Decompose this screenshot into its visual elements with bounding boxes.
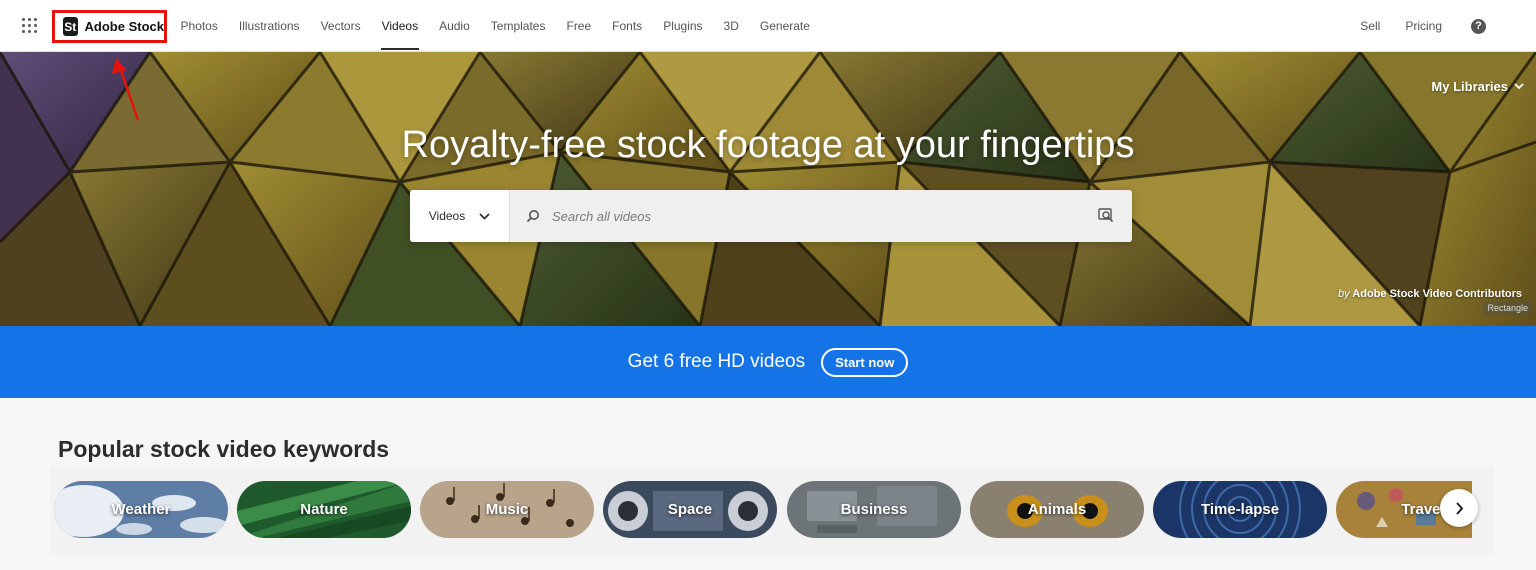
my-libraries-menu[interactable]: My Libraries bbox=[1431, 79, 1524, 94]
chevron-down-icon bbox=[1514, 83, 1524, 90]
keyword-label: Time-lapse bbox=[1200, 501, 1280, 518]
visual-search-icon[interactable] bbox=[1098, 207, 1114, 223]
keyword-chip-space[interactable]: Space bbox=[603, 481, 777, 538]
nav-audio[interactable]: Audio bbox=[429, 0, 481, 52]
hero-banner: My Libraries Royalty-free stock footage … bbox=[0, 52, 1536, 326]
adobe-stock-logo-icon: St bbox=[63, 17, 78, 36]
rectangle-label: Rectangle bbox=[1483, 302, 1532, 314]
annotation-arrow-icon bbox=[112, 58, 140, 121]
hero-title: Royalty-free stock footage at your finge… bbox=[401, 124, 1135, 166]
nav-generate[interactable]: Generate bbox=[749, 0, 820, 52]
carousel-next-button[interactable] bbox=[1440, 489, 1478, 527]
nav-videos[interactable]: Videos bbox=[371, 0, 428, 52]
promo-banner: Get 6 free HD videos Start now bbox=[0, 326, 1536, 398]
chevron-down-icon bbox=[479, 212, 490, 220]
credit-by: by bbox=[1338, 288, 1350, 300]
keyword-label: Nature bbox=[300, 501, 348, 518]
nav-sell[interactable]: Sell bbox=[1360, 19, 1380, 33]
keyword-label: Business bbox=[840, 501, 908, 518]
nav-pricing[interactable]: Pricing bbox=[1405, 19, 1442, 33]
keyword-chip-business[interactable]: Business bbox=[787, 481, 961, 538]
nav-templates[interactable]: Templates bbox=[480, 0, 556, 52]
keywords-section-title: Popular stock video keywords bbox=[58, 436, 390, 462]
keyword-label: Music bbox=[485, 501, 529, 518]
content-type-dropdown[interactable]: Videos bbox=[410, 190, 510, 242]
promo-text: Get 6 free HD videos bbox=[627, 351, 806, 372]
main-nav: Photos Illustrations Vectors Videos Audi… bbox=[170, 0, 820, 52]
keyword-chip-time-lapse[interactable]: Time-lapse bbox=[1153, 481, 1327, 538]
search-input[interactable] bbox=[552, 208, 1052, 224]
nav-illustrations[interactable]: Illustrations bbox=[228, 0, 310, 52]
nav-plugins[interactable]: Plugins bbox=[653, 0, 713, 52]
keyword-chip-nature[interactable]: Nature bbox=[237, 481, 411, 538]
help-icon[interactable]: ? bbox=[1471, 18, 1486, 34]
my-libraries-label: My Libraries bbox=[1431, 79, 1508, 94]
keyword-label: Space bbox=[667, 501, 713, 518]
keyword-label: Weather bbox=[111, 501, 171, 518]
search-icon bbox=[526, 210, 539, 223]
keyword-chip-animals[interactable]: Animals bbox=[970, 481, 1144, 538]
keyword-label: Travel bbox=[1401, 501, 1445, 518]
keyword-label: Animals bbox=[1027, 501, 1087, 518]
search-field bbox=[510, 190, 1132, 242]
nav-fonts[interactable]: Fonts bbox=[602, 0, 653, 52]
keyword-chip-music[interactable]: Music bbox=[420, 481, 594, 538]
account-nav: Sell Pricing ? bbox=[1360, 0, 1486, 52]
nav-3d[interactable]: 3D bbox=[713, 0, 749, 52]
app-switcher-grid-icon[interactable] bbox=[22, 18, 38, 34]
nav-photos[interactable]: Photos bbox=[170, 0, 228, 52]
nav-vectors[interactable]: Vectors bbox=[310, 0, 371, 52]
hero-credit: by Adobe Stock Video Contributors bbox=[1338, 288, 1522, 300]
content-type-value: Videos bbox=[428, 209, 466, 223]
chevron-right-icon bbox=[1455, 501, 1463, 515]
search-bar: Videos bbox=[410, 190, 1132, 242]
adobe-stock-logo-link[interactable]: St Adobe Stock bbox=[52, 10, 167, 43]
brand-name: Adobe Stock bbox=[84, 19, 164, 34]
credit-name[interactable]: Adobe Stock Video Contributors bbox=[1352, 288, 1522, 300]
nav-free[interactable]: Free bbox=[556, 0, 602, 52]
top-navigation-bar: St Adobe Stock Photos Illustrations Vect… bbox=[0, 0, 1536, 52]
keyword-chip-weather[interactable]: Weather bbox=[54, 481, 228, 538]
hero-background-image bbox=[0, 52, 1536, 326]
start-now-button[interactable]: Start now bbox=[821, 347, 909, 377]
keyword-carousel: Weather Nature Music Space Business Anim… bbox=[50, 466, 1492, 554]
